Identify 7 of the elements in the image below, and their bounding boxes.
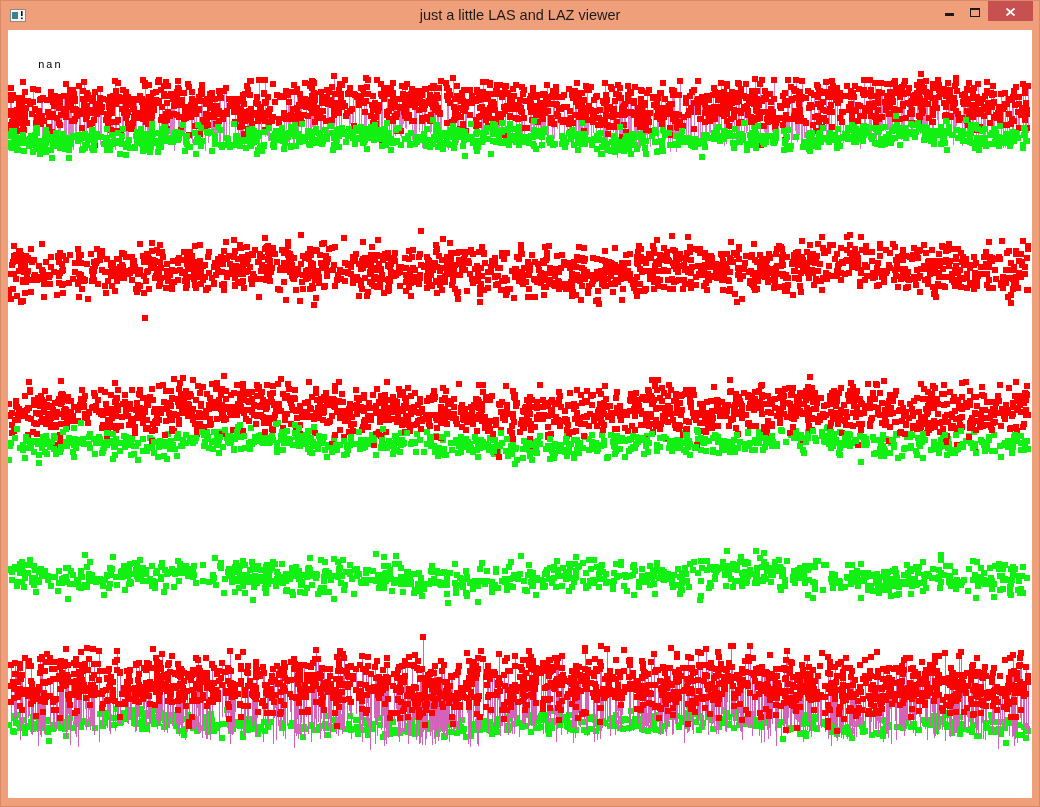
maximize-icon (970, 8, 980, 17)
close-button[interactable] (988, 1, 1033, 21)
value-readout: nan (38, 59, 63, 71)
close-icon (1006, 8, 1015, 16)
window-icon[interactable] (10, 9, 26, 22)
window-title: just a little LAS and LAZ viewer (419, 6, 621, 23)
minimize-icon (944, 13, 954, 16)
